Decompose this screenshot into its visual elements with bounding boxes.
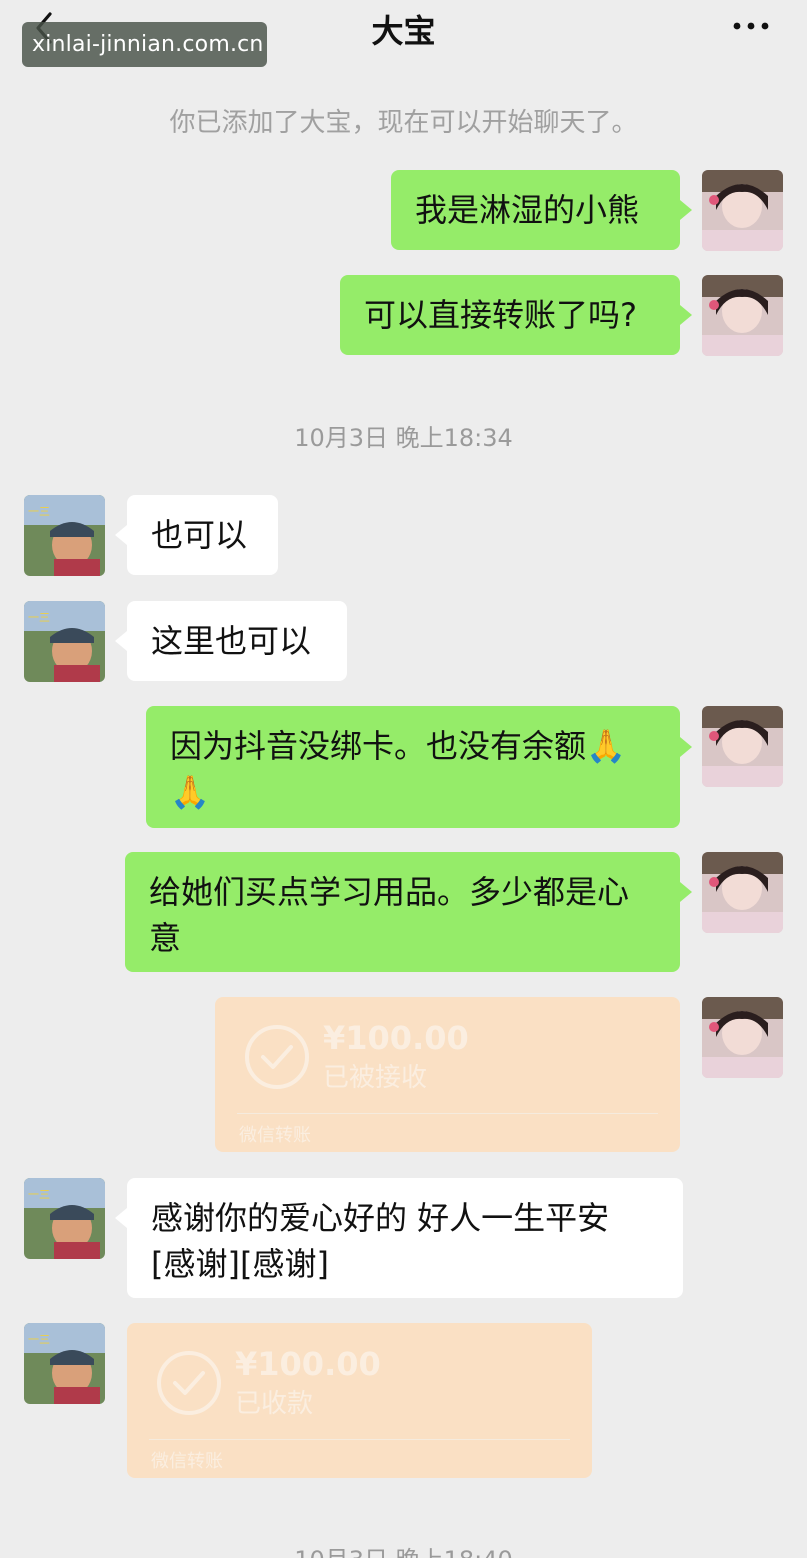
message-text: 可以直接转账了吗? xyxy=(364,296,637,334)
message-timestamp: 10月3日 晚上18:34 xyxy=(294,424,513,452)
svg-text:一三: 一三 xyxy=(28,1188,50,1201)
transfer-status: 已被接收 xyxy=(323,1063,428,1093)
my-avatar[interactable] xyxy=(702,852,783,933)
contact-avatar[interactable]: 一三 xyxy=(24,1323,105,1404)
message-bubble-received[interactable]: 感谢你的爱心好的 好人一生平安 [感谢][感谢] xyxy=(127,1178,683,1298)
message-bubble-sent[interactable]: 我是淋湿的小熊 xyxy=(391,170,680,250)
message-text-line: 因为抖音没绑卡。也没有余额🙏 xyxy=(170,727,626,765)
transfer-label: 微信转账 xyxy=(239,1125,311,1146)
message-text-line: 给她们买点学习用品。多少都是心 xyxy=(149,873,630,911)
my-avatar[interactable] xyxy=(702,706,783,787)
message-text-line: 感谢你的爱心好的 好人一生平安 xyxy=(151,1199,610,1237)
transfer-card-received[interactable]: ¥100.00 已收款 微信转账 xyxy=(127,1323,592,1478)
transfer-divider xyxy=(237,1113,658,1114)
check-circle-icon xyxy=(245,1025,309,1089)
message-timestamp: 10月3日 晚上18:40 xyxy=(0,1540,807,1558)
message-text: 也可以 xyxy=(151,516,248,554)
my-avatar[interactable] xyxy=(702,275,783,356)
contact-avatar[interactable]: 一三 xyxy=(24,1178,105,1259)
message-text-line: 🙏 xyxy=(170,773,210,811)
check-circle-icon xyxy=(157,1351,221,1415)
bubble-tail xyxy=(115,1208,127,1228)
svg-text:一三: 一三 xyxy=(28,505,50,518)
my-avatar[interactable] xyxy=(702,170,783,251)
message-text-line: [感谢][感谢] xyxy=(151,1245,329,1283)
bubble-tail xyxy=(115,525,127,545)
bubble-tail xyxy=(115,631,127,651)
more-icon[interactable] xyxy=(731,18,771,34)
svg-text:一三: 一三 xyxy=(28,611,50,624)
svg-text:一三: 一三 xyxy=(28,1333,50,1346)
message-bubble-sent[interactable]: 因为抖音没绑卡。也没有余额🙏 🙏 xyxy=(146,706,680,828)
system-note: 你已添加了大宝，现在可以开始聊天了。 xyxy=(169,108,638,138)
message-text: 这里也可以 xyxy=(151,622,312,660)
transfer-label: 微信转账 xyxy=(151,1451,223,1472)
message-bubble-received[interactable]: 这里也可以 xyxy=(127,601,347,681)
transfer-amount: ¥100.00 xyxy=(323,1019,469,1057)
contact-avatar[interactable]: 一三 xyxy=(24,495,105,576)
message-bubble-sent[interactable]: 可以直接转账了吗? xyxy=(340,275,680,355)
bubble-tail xyxy=(680,882,692,902)
bubble-tail xyxy=(680,200,692,220)
transfer-status: 已收款 xyxy=(235,1389,314,1419)
transfer-amount: ¥100.00 xyxy=(235,1345,381,1383)
message-bubble-sent[interactable]: 给她们买点学习用品。多少都是心 意 xyxy=(125,852,680,972)
transfer-card-sent[interactable]: ¥100.00 已被接收 微信转账 xyxy=(215,997,680,1152)
my-avatar[interactable] xyxy=(702,997,783,1078)
message-text-line: 意 xyxy=(149,919,182,957)
bubble-tail xyxy=(680,305,692,325)
message-bubble-received[interactable]: 也可以 xyxy=(127,495,278,575)
contact-avatar[interactable]: 一三 xyxy=(24,601,105,682)
transfer-divider xyxy=(149,1439,570,1440)
message-text: 我是淋湿的小熊 xyxy=(415,191,640,229)
bubble-tail xyxy=(680,737,692,757)
watermark: xinlai-jinnian.com.cn xyxy=(22,22,267,67)
